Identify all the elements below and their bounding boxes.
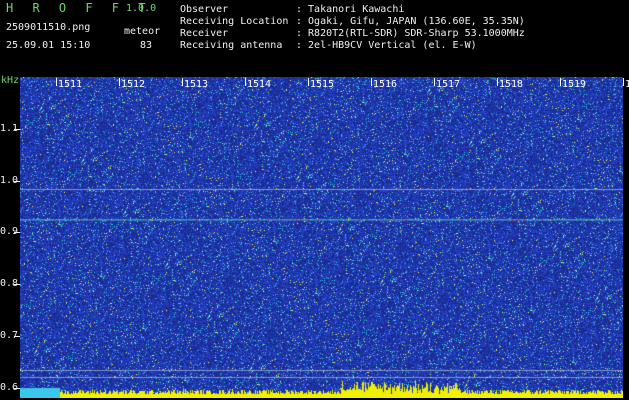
frequency-tick-mark [14, 180, 20, 182]
frequency-tick-mark [14, 335, 20, 337]
observer-label: Observer [180, 4, 229, 15]
frequency-tick-mark [14, 284, 20, 286]
time-tick-mark [182, 78, 183, 86]
time-tick-mark [623, 78, 624, 86]
observer-value: : Takanori Kawachi [296, 4, 405, 15]
time-tick-label: 1517 [436, 79, 461, 90]
antenna-label: Receiving antenna [180, 40, 283, 51]
image-filename: 2509011510.png [6, 22, 91, 33]
time-tick-mark [56, 78, 57, 86]
time-tick-mark [245, 78, 246, 86]
time-tick-label: 1516 [373, 79, 398, 90]
receiver-value: : R820T2(RTL-SDR) SDR-Sharp 53.1000MHz [296, 28, 525, 39]
time-tick-mark [308, 78, 309, 86]
time-tick-label: 1513 [184, 79, 209, 90]
time-tick-label: 1519 [562, 79, 587, 90]
time-tick-label: 1512 [121, 79, 146, 90]
app-version: 1.0.0 [126, 3, 157, 14]
frequency-tick-mark [14, 387, 20, 389]
time-tick-mark [434, 78, 435, 86]
receiver-label: Receiver [180, 28, 229, 39]
time-tick-label: 1515 [310, 79, 335, 90]
antenna-value: : 2el-HB9CV Vertical (el. E-W) [296, 40, 477, 51]
time-tick-label: 1518 [499, 79, 524, 90]
time-tick-label: 1520 [625, 79, 629, 90]
frequency-tick-mark [14, 128, 20, 130]
capture-datetime: 25.09.01 15:10 [6, 40, 91, 51]
time-tick-label: 1511 [58, 79, 83, 90]
time-tick-mark [560, 78, 561, 86]
time-tick-mark [119, 78, 120, 86]
time-tick-mark [497, 78, 498, 86]
meteor-count: 83 [140, 40, 153, 51]
meteor-label: meteor [124, 26, 161, 37]
location-label: Receiving Location [180, 16, 289, 27]
location-value: : Ogaki, Gifu, JAPAN (136.60E, 35.35N) [296, 16, 525, 27]
frequency-tick-mark [14, 232, 20, 234]
spectrogram-plot [20, 77, 623, 398]
time-tick-label: 1514 [247, 79, 272, 90]
frequency-unit-label: kHz [1, 75, 20, 86]
spectrogram-canvas [20, 77, 623, 398]
time-tick-mark [371, 78, 372, 86]
